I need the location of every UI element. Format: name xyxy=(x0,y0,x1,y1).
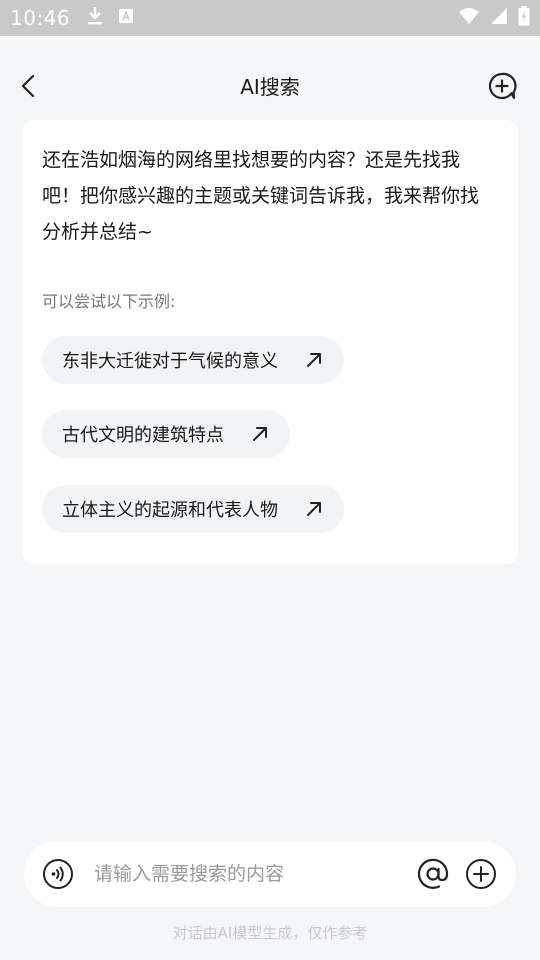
examples-label: 可以尝试以下示例: xyxy=(42,292,176,311)
plus-circle-icon xyxy=(466,859,496,889)
intro-card: 还在浩如烟海的网络里找想要的内容？还是先找我吧！把你感兴趣的主题或关键词告诉我，… xyxy=(22,120,518,564)
add-button[interactable] xyxy=(465,858,497,890)
arrow-up-right-icon xyxy=(250,424,270,444)
new-chat-button[interactable] xyxy=(486,70,518,102)
download-icon xyxy=(86,6,104,30)
status-icons-left xyxy=(86,6,134,30)
battery-icon xyxy=(518,6,530,30)
arrow-up-right-icon xyxy=(304,350,324,370)
input-bar xyxy=(24,841,516,907)
chat-plus-icon xyxy=(488,72,517,100)
status-bar: 10:46 xyxy=(0,0,540,36)
example-chip[interactable]: 古代文明的建筑特点 xyxy=(42,410,290,458)
example-chip-label: 立体主义的起源和代表人物 xyxy=(62,500,278,521)
signal-icon xyxy=(490,7,508,29)
status-time: 10:46 xyxy=(10,6,71,30)
example-chip-label: 东非大迁徙对于气候的意义 xyxy=(62,351,278,372)
mention-button[interactable] xyxy=(416,857,450,891)
wifi-icon xyxy=(458,7,480,29)
arrow-up-right-icon xyxy=(304,499,324,519)
at-icon xyxy=(417,858,449,889)
example-chip-label: 古代文明的建筑特点 xyxy=(62,425,224,446)
status-icons-right xyxy=(458,0,530,36)
disclaimer-text: 对话由AI模型生成，仅作参考 xyxy=(172,924,368,942)
intro-text: 还在浩如烟海的网络里找想要的内容？还是先找我吧！把你感兴趣的主题或关键词告诉我，… xyxy=(42,149,480,243)
page-title: AI搜索 xyxy=(240,75,300,99)
example-chip[interactable]: 立体主义的起源和代表人物 xyxy=(42,485,344,533)
a-badge-icon xyxy=(118,8,134,28)
example-chip[interactable]: 东非大迁徙对于气候的意义 xyxy=(42,336,344,384)
voice-button[interactable] xyxy=(42,858,74,890)
voice-icon xyxy=(43,859,73,889)
search-input[interactable] xyxy=(94,859,394,889)
